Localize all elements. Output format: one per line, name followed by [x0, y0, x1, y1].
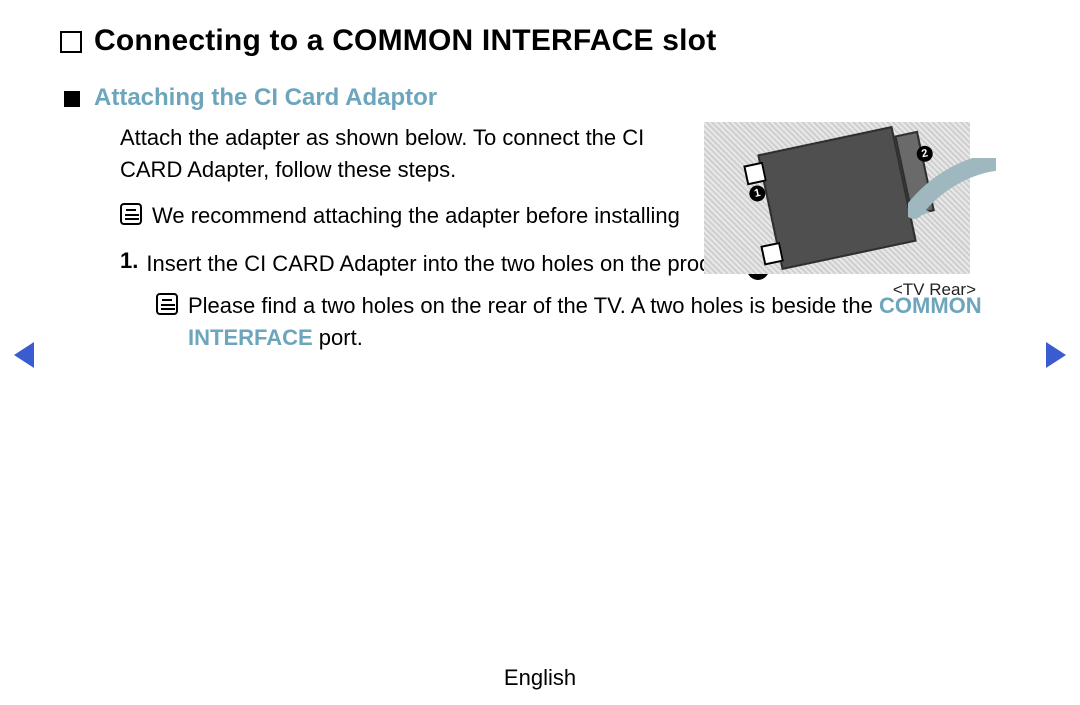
illustration-block: 1 2 <TV Rear>	[704, 122, 1014, 300]
step-number: 1.	[120, 248, 138, 280]
illustration-marker-1-icon: 1	[748, 184, 767, 203]
intro-text: Attach the adapter as shown below. To co…	[120, 122, 680, 186]
note-icon	[120, 203, 142, 225]
title-bullet-icon	[60, 31, 82, 53]
step-1-text: Insert the CI CARD Adapter into the two …	[146, 248, 775, 280]
manual-page: Connecting to a COMMON INTERFACE slot At…	[0, 0, 1080, 705]
step-1-text-a: Insert the CI CARD Adapter into the two …	[146, 251, 746, 276]
prev-page-button[interactable]	[14, 342, 34, 368]
page-title-row: Connecting to a COMMON INTERFACE slot	[60, 24, 1020, 58]
note-text: We recommend attaching the adapter befor…	[152, 200, 680, 232]
illustration-label: <TV Rear>	[704, 280, 976, 300]
page-footer-language: English	[0, 665, 1080, 691]
intro-block: Attach the adapter as shown below. To co…	[120, 122, 680, 232]
section-heading: Attaching the CI Card Adaptor	[94, 84, 437, 112]
substep-text-b: port.	[313, 325, 363, 350]
note-row: We recommend attaching the adapter befor…	[120, 200, 680, 232]
section-bullet-icon	[64, 91, 80, 107]
ci-card-adapter-icon: 1 2	[757, 126, 917, 270]
next-page-button[interactable]	[1046, 342, 1066, 368]
page-title: Connecting to a COMMON INTERFACE slot	[94, 24, 716, 58]
tv-rear-illustration: 1 2	[704, 122, 970, 274]
section-heading-row: Attaching the CI Card Adaptor	[64, 84, 1020, 112]
insert-arrow-icon	[908, 158, 996, 228]
note-icon	[156, 293, 178, 315]
